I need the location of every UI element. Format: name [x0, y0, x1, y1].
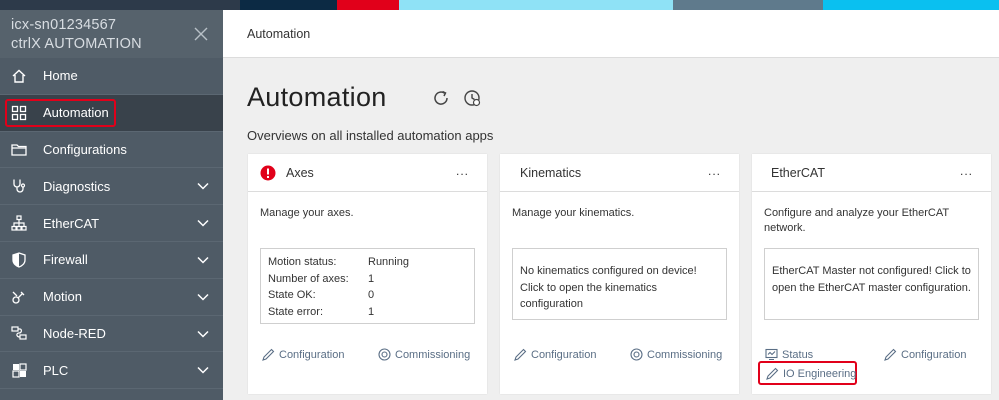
- card-kinematics[interactable]: Kinematics ... Manage your kinematics. N…: [500, 154, 739, 394]
- sidebar-item-plc[interactable]: PLC: [0, 352, 223, 390]
- home-icon: [10, 67, 28, 85]
- page-title: Automation: [247, 82, 387, 112]
- sidebar-item-label: PLC: [43, 362, 69, 378]
- sidebar-item-label: Diagnostics: [43, 178, 111, 194]
- card-title: Axes: [286, 165, 314, 180]
- sidebar-item-firewall[interactable]: Firewall: [0, 242, 223, 279]
- sidebar-item-motion[interactable]: Motion: [0, 279, 223, 316]
- chevron-down-icon: [197, 220, 209, 227]
- link-label: Commissioning: [395, 348, 471, 361]
- status-row: Number of axes: 1: [268, 272, 375, 285]
- ethercat-status-link[interactable]: Status: [765, 348, 813, 361]
- card-description: Configure and analyze your EtherCAT netw…: [764, 207, 949, 234]
- link-label: IO Engineering: [783, 367, 857, 380]
- card-ethercat[interactable]: EtherCAT ... Configure and analyze your …: [752, 154, 991, 394]
- more-menu-icon[interactable]: ...: [708, 164, 721, 178]
- axes-status-box[interactable]: Motion status: Running Number of axes: 1 S…: [260, 248, 475, 324]
- ethercat-io-engineering-link[interactable]: IO Engineering: [766, 367, 856, 380]
- page-subtitle: Overviews on all installed automation ap…: [247, 128, 494, 143]
- monitor-status-icon: [765, 348, 778, 361]
- sidebar-item-label: EtherCAT: [43, 215, 100, 231]
- axes-configuration-link[interactable]: Configuration: [262, 348, 344, 361]
- card-axes[interactable]: Axes ... Manage your axes. Motion status…: [248, 154, 487, 394]
- sidebar-item-diagnostics[interactable]: Diagnostics: [0, 168, 223, 206]
- card-title: Kinematics: [520, 165, 582, 180]
- card-description: Manage your kinematics.: [512, 207, 635, 219]
- kinematics-message: No kinematics configured on device! Clic…: [520, 265, 697, 310]
- refresh-icon[interactable]: [432, 89, 450, 107]
- status-row: State OK: 0: [268, 289, 375, 301]
- node-red-icon: [10, 324, 28, 342]
- card-header: EtherCAT ...: [752, 154, 991, 192]
- sidebar-item-label: Home: [43, 68, 78, 84]
- pencil-icon: [262, 348, 275, 361]
- more-menu-icon[interactable]: ...: [960, 164, 973, 178]
- kinematics-configuration-link[interactable]: Configuration: [514, 348, 596, 361]
- card-title: EtherCAT: [771, 165, 825, 180]
- card-description: Manage your axes.: [260, 207, 354, 219]
- card-header: Kinematics ...: [500, 154, 739, 192]
- stethoscope-icon: [10, 177, 28, 195]
- shield-icon: [10, 251, 28, 269]
- breadcrumb: Automation: [247, 27, 311, 41]
- sidebar-item-configurations[interactable]: Configurations: [0, 132, 223, 169]
- device-header: icx-sn01234567 ctrlX AUTOMATION: [0, 10, 223, 58]
- sidebar-item-label: Configurations: [43, 141, 127, 157]
- sidebar-item-label: Node-RED: [43, 325, 106, 341]
- folder-icon: [10, 140, 28, 158]
- motion-icon: [10, 288, 28, 306]
- link-label: Status: [782, 348, 814, 361]
- chevron-down-icon: [197, 367, 209, 374]
- product-name: ctrlX AUTOMATION: [11, 36, 142, 52]
- chevron-down-icon: [197, 183, 209, 190]
- sidebar-item-ethercat[interactable]: EtherCAT: [0, 205, 223, 242]
- chevron-down-icon: [197, 256, 209, 264]
- sidebar-item-automation[interactable]: Automation: [0, 94, 223, 132]
- kinematics-message-box[interactable]: No kinematics configured on device! Clic…: [512, 248, 727, 320]
- commissioning-icon: [630, 348, 643, 361]
- ethercat-configuration-link[interactable]: Configuration: [884, 348, 966, 361]
- link-label: Configuration: [279, 348, 345, 361]
- close-icon[interactable]: [193, 26, 209, 42]
- sidebar-item-home[interactable]: Home: [0, 58, 223, 95]
- device-name: icx-sn01234567: [11, 17, 117, 33]
- sidebar: icx-sn01234567 ctrlX AUTOMATION Home Aut…: [0, 10, 223, 400]
- pencil-icon: [766, 367, 779, 380]
- sidebar-item-label: Firewall: [43, 252, 88, 268]
- status-row: Motion status: Running: [268, 256, 409, 268]
- brand-strip: [0, 0, 999, 10]
- sidebar-item-label: Motion: [43, 289, 83, 305]
- ethercat-message-box[interactable]: EtherCAT Master not configured! Click to…: [764, 248, 979, 320]
- error-icon: [260, 165, 276, 180]
- chevron-down-icon: [197, 330, 209, 338]
- more-menu-icon[interactable]: ...: [456, 164, 469, 178]
- link-label: Commissioning: [647, 348, 723, 361]
- plc-icon: [10, 361, 28, 379]
- ethercat-message: EtherCAT Master not configured! Click to…: [772, 265, 971, 294]
- top-header: Automation: [223, 10, 999, 58]
- pencil-icon: [884, 348, 897, 361]
- chevron-down-icon: [197, 293, 209, 301]
- link-label: Configuration: [901, 348, 967, 361]
- link-label: Configuration: [531, 348, 597, 361]
- highlight-frame: [5, 98, 116, 127]
- status-row: State error: 1: [268, 305, 375, 318]
- network-icon: [10, 214, 28, 232]
- card-header: Axes ...: [248, 154, 487, 192]
- pencil-icon: [514, 348, 527, 361]
- commissioning-icon: [378, 348, 391, 361]
- axes-commissioning-link[interactable]: Commissioning: [378, 348, 470, 361]
- auto-refresh-clock-icon[interactable]: [463, 89, 481, 107]
- sidebar-item-node-red[interactable]: Node-RED: [0, 316, 223, 353]
- kinematics-commissioning-link[interactable]: Commissioning: [630, 348, 722, 361]
